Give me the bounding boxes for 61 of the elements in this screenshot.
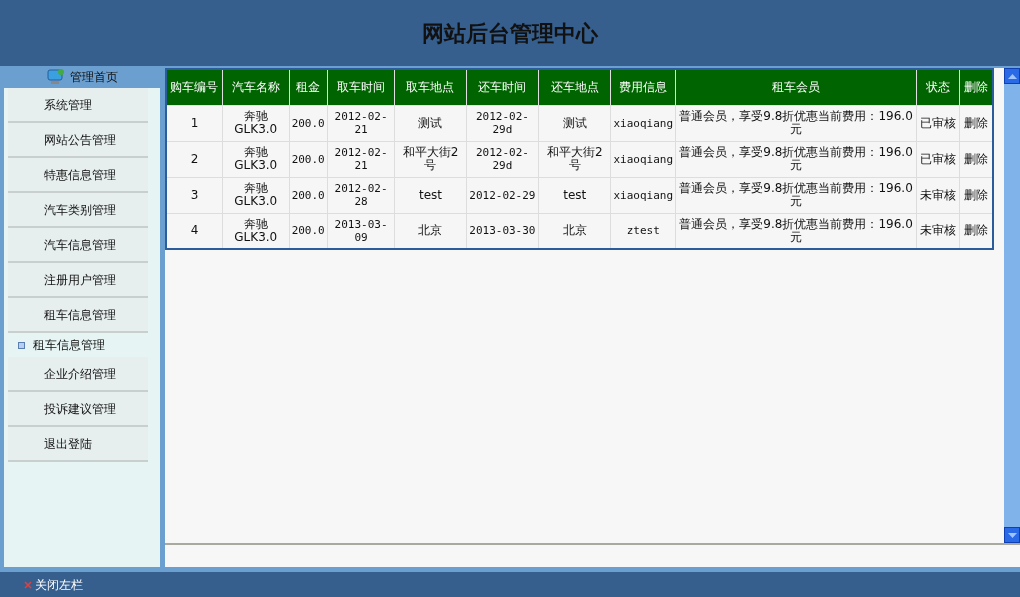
table-cell: 2012-02-29d [466, 141, 539, 177]
table-cell: xiaoqiang [610, 105, 676, 141]
column-header: 购车编号 [166, 69, 223, 105]
menu-button[interactable]: 汽车类别管理 [8, 193, 148, 228]
scrollbar[interactable] [1004, 68, 1020, 543]
table-cell: 已审核 [916, 105, 960, 141]
table-cell: 2 [166, 141, 223, 177]
table-cell: 2012-02-28 [327, 177, 395, 213]
table-cell: 奔驰GLK3.0 [222, 177, 290, 213]
table-cell: 200.0 [289, 105, 328, 141]
column-header: 还车地点 [538, 69, 611, 105]
menu-button[interactable]: 特惠信息管理 [8, 158, 148, 193]
submenu-item[interactable]: 租车信息管理 [33, 336, 105, 354]
column-header: 租车会员 [675, 69, 917, 105]
table-cell: 测试 [538, 105, 611, 141]
table-cell: 普通会员，享受9.8折优惠当前费用：196.0元 [675, 177, 917, 213]
home-link[interactable]: 管理首页 [69, 68, 118, 86]
column-header: 汽车名称 [222, 69, 290, 105]
table-cell: 测试 [394, 105, 467, 141]
table-cell: 未审核 [916, 177, 960, 213]
close-sidebar-link[interactable]: 关闭左栏 [35, 575, 83, 594]
column-header: 取车时间 [327, 69, 395, 105]
table-cell: 200.0 [289, 213, 328, 249]
menu-button[interactable]: 网站公告管理 [8, 123, 148, 158]
table-cell: 普通会员，享受9.8折优惠当前费用：196.0元 [675, 141, 917, 177]
table-cell: 和平大街2号 [538, 141, 611, 177]
table-cell: 2012-02-29 [466, 177, 539, 213]
table-cell: 200.0 [289, 177, 328, 213]
table-cell: 2012-02-29d [466, 105, 539, 141]
menu-button[interactable]: 注册用户管理 [8, 263, 148, 298]
column-header: 状态 [916, 69, 960, 105]
table-cell: 和平大街2号 [394, 141, 467, 177]
table-cell: 1 [166, 105, 223, 141]
table-cell: xiaoqiang [610, 141, 676, 177]
table-cell: 奔驰GLK3.0 [222, 141, 290, 177]
scroll-down-icon[interactable] [1004, 527, 1020, 543]
menu-button[interactable]: 汽车信息管理 [8, 228, 148, 263]
menu-button[interactable]: 租车信息管理 [8, 298, 148, 333]
menu-button[interactable]: 退出登陆 [8, 427, 148, 462]
computer-icon [46, 69, 65, 85]
table-cell: 2012-02-21 [327, 105, 395, 141]
page-title: 网站后台管理中心 [422, 18, 598, 48]
table-cell: 奔驰GLK3.0 [222, 105, 290, 141]
table-cell: 200.0 [289, 141, 328, 177]
menu-button[interactable]: 投诉建议管理 [8, 392, 148, 427]
table-cell: xiaoqiang [610, 177, 676, 213]
column-header: 取车地点 [394, 69, 467, 105]
bullet-icon [18, 341, 25, 349]
column-header: 费用信息 [610, 69, 676, 105]
table-cell: test [394, 177, 467, 213]
column-header: 租金 [289, 69, 328, 105]
table-cell: 3 [166, 177, 223, 213]
column-header: 删除 [959, 69, 993, 105]
table-cell: 普通会员，享受9.8折优惠当前费用：196.0元 [675, 105, 917, 141]
scroll-up-icon[interactable] [1004, 68, 1020, 84]
column-header: 还车时间 [466, 69, 539, 105]
table-cell: test [538, 177, 611, 213]
menu-button[interactable]: 企业介绍管理 [8, 357, 148, 392]
table-cell: 2012-02-21 [327, 141, 395, 177]
table-cell: 已审核 [916, 141, 960, 177]
menu-button[interactable]: 系统管理 [8, 88, 148, 123]
